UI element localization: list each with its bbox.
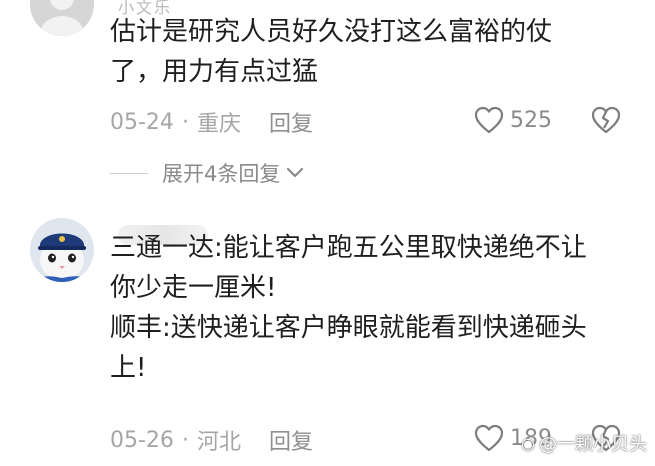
comment-meta: 05-26 · 河北 回复	[110, 424, 313, 456]
comment-line: 你少走一厘米!	[110, 273, 277, 303]
comment-line: 顺丰:送快递让客户睁眼就能看到快递砸头	[110, 313, 587, 343]
comment-date: 05-26	[110, 427, 174, 453]
default-avatar-icon	[30, 0, 94, 36]
comment-text: 估计是研究人员好久没打这么富裕的仗 了，用力有点过猛	[110, 12, 640, 92]
expand-replies-label: 展开4条回复	[162, 162, 281, 186]
comment-line: 估计是研究人员好久没打这么富裕的仗	[110, 17, 553, 47]
chevron-down-icon	[287, 167, 304, 178]
meta-separator: ·	[181, 427, 189, 453]
expand-replies-button[interactable]: 展开4条回复	[110, 158, 304, 188]
like-count: 525	[510, 107, 552, 133]
broken-heart-icon	[591, 106, 621, 134]
like-button[interactable]: 525	[474, 106, 552, 134]
cat-avatar-icon	[30, 218, 94, 282]
comment-meta: 05-24 · 重庆 回复	[110, 106, 313, 138]
dislike-button[interactable]	[591, 106, 621, 138]
comment-line: 三通一达:能让客户跑五公里取快递绝不让	[110, 233, 587, 263]
comment-location: 河北	[196, 430, 241, 455]
reply-button[interactable]: 回复	[269, 106, 313, 138]
comment-date: 05-24	[110, 109, 174, 135]
meta-separator: ·	[181, 109, 189, 135]
watermark: ◉ @一颗小贝头	[521, 430, 647, 456]
heart-outline-icon	[474, 424, 504, 452]
avatar[interactable]	[30, 0, 94, 36]
comment-text: 三通一达:能让客户跑五公里取快递绝不让 你少走一厘米! 顺丰:送快递让客户睁眼就…	[110, 228, 640, 388]
comment-location: 重庆	[196, 112, 241, 137]
reply-button[interactable]: 回复	[269, 424, 313, 456]
avatar[interactable]	[30, 218, 94, 282]
weibo-logo-icon: ◉	[521, 433, 535, 453]
comment-line: 上!	[110, 353, 147, 383]
heart-outline-icon	[474, 106, 504, 134]
comment-line: 了，用力有点过猛	[110, 57, 319, 87]
watermark-text: @一颗小贝头	[539, 434, 647, 455]
divider-line	[110, 172, 148, 174]
